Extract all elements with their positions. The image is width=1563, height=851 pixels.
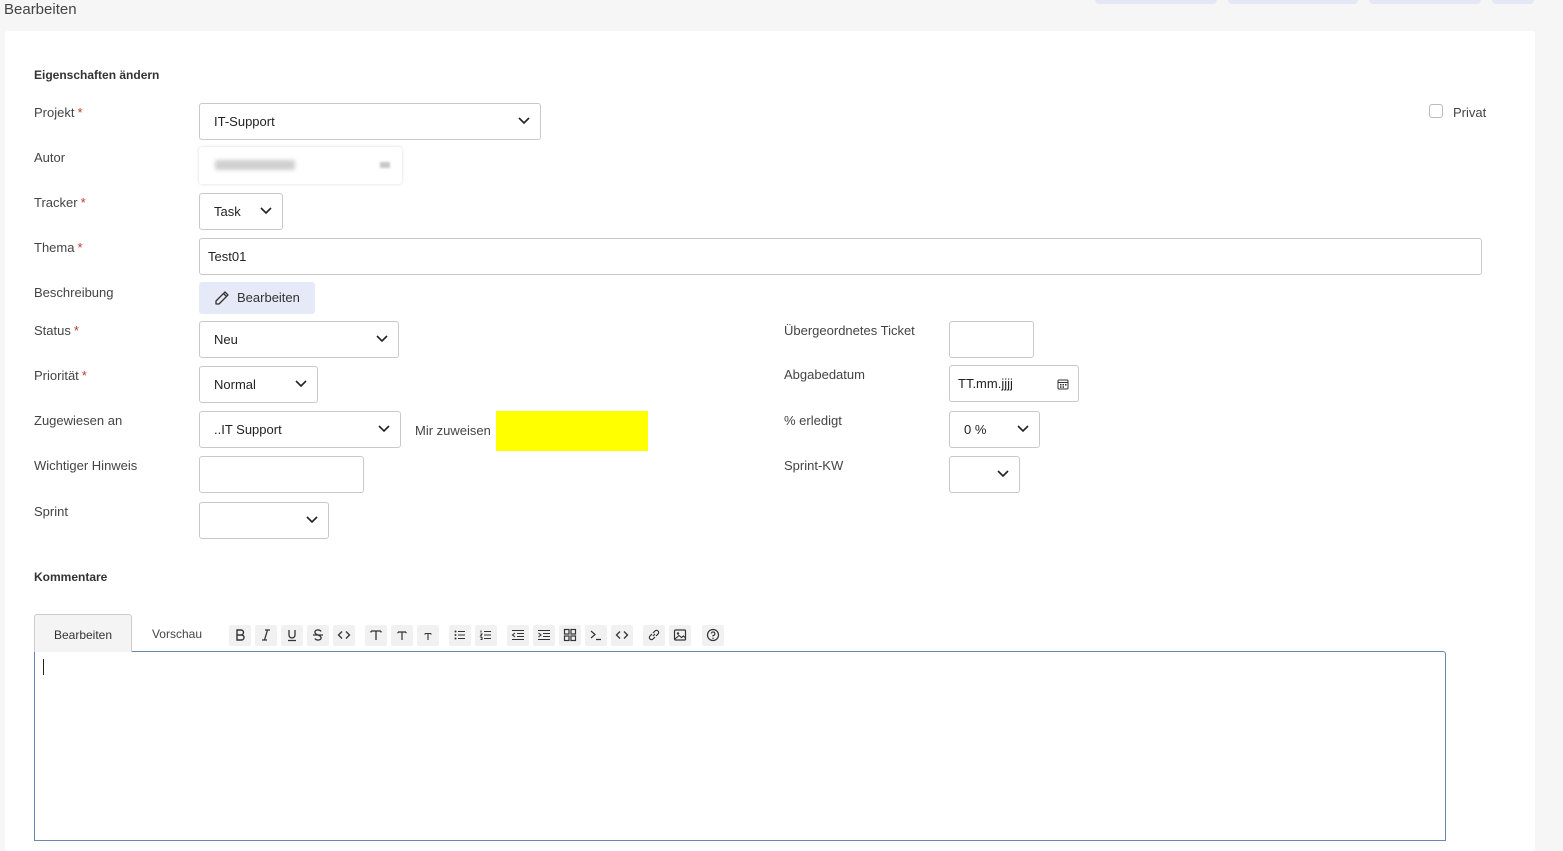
assign-to-me-link[interactable]: Mir zuweisen xyxy=(415,423,491,438)
link-icon[interactable] xyxy=(643,625,665,646)
tab-preview[interactable]: Vorschau xyxy=(132,614,222,652)
bullet-list-icon[interactable] xyxy=(449,625,471,646)
label-thema: Thema * xyxy=(34,240,83,255)
image-icon[interactable] xyxy=(669,625,691,646)
text-caret xyxy=(43,659,44,675)
prioritaet-select[interactable]: Normal xyxy=(199,366,318,403)
label-status: Status * xyxy=(34,323,79,338)
abgabedatum-input[interactable]: TT.mm.jjjj xyxy=(949,365,1079,402)
chevron-down-icon xyxy=(518,117,530,125)
label-hinweis: Wichtiger Hinweis xyxy=(34,458,138,473)
beschreibung-edit-button[interactable]: Bearbeiten xyxy=(199,282,315,314)
top-action-button-1[interactable] xyxy=(1095,0,1217,4)
comment-editor[interactable] xyxy=(34,651,1446,841)
italic-icon[interactable] xyxy=(255,625,277,646)
label-uebergeordnet: Übergeordnetes Ticket xyxy=(784,323,915,338)
label-tracker: Tracker * xyxy=(34,195,86,210)
outdent-icon[interactable] xyxy=(507,625,529,646)
top-action-button-2[interactable] xyxy=(1228,0,1358,4)
html-icon[interactable] xyxy=(611,625,633,646)
pencil-icon xyxy=(215,291,229,305)
heading1-icon[interactable] xyxy=(365,625,387,646)
label-abgabedatum: Abgabedatum xyxy=(784,367,865,382)
label-erledigt: % erledigt xyxy=(784,413,842,428)
table-icon[interactable] xyxy=(559,625,581,646)
uebergeordnet-input[interactable] xyxy=(949,321,1034,358)
label-beschreibung: Beschreibung xyxy=(34,285,114,300)
top-action-button-3[interactable] xyxy=(1369,0,1481,4)
label-privat: Privat xyxy=(1453,105,1487,120)
chevron-down-icon xyxy=(260,207,272,215)
heading3-icon[interactable] xyxy=(417,625,439,646)
strikethrough-icon[interactable] xyxy=(307,625,329,646)
zugewiesen-select[interactable]: ..IT Support xyxy=(199,411,401,448)
privat-checkbox[interactable] xyxy=(1429,104,1443,118)
label-projekt: Projekt * xyxy=(34,105,83,120)
numbered-list-icon[interactable] xyxy=(475,625,497,646)
section-heading-comments: Kommentare xyxy=(34,570,108,584)
hinweis-input[interactable] xyxy=(199,456,364,493)
chevron-down-icon xyxy=(1017,425,1029,433)
bold-icon[interactable] xyxy=(229,625,251,646)
label-prioritaet: Priorität * xyxy=(34,368,87,383)
autor-select[interactable] xyxy=(199,147,402,184)
code-block-icon[interactable] xyxy=(585,625,607,646)
chevron-down-icon xyxy=(295,380,307,388)
chevron-down-icon xyxy=(378,425,390,433)
status-select[interactable]: Neu xyxy=(199,321,399,358)
erledigt-select[interactable]: 0 % xyxy=(949,411,1040,448)
chevron-down-icon xyxy=(997,470,1009,478)
label-sprint: Sprint xyxy=(34,504,68,519)
calendar-icon[interactable] xyxy=(1057,378,1069,390)
tracker-select[interactable]: Task xyxy=(199,193,283,230)
author-badge-redacted xyxy=(380,162,390,168)
author-name-redacted xyxy=(215,160,295,170)
underline-icon[interactable] xyxy=(281,625,303,646)
chevron-down-icon xyxy=(376,335,388,343)
chevron-down-icon xyxy=(306,516,318,524)
heading2-icon[interactable] xyxy=(391,625,413,646)
top-action-button-4[interactable] xyxy=(1492,0,1534,4)
section-heading-properties: Eigenschaften ändern xyxy=(34,68,160,82)
highlight-marker xyxy=(496,411,648,451)
indent-icon[interactable] xyxy=(533,625,555,646)
sprint-kw-select[interactable] xyxy=(949,456,1020,493)
help-icon[interactable] xyxy=(702,625,724,646)
thema-input[interactable]: Test01 xyxy=(199,238,1482,275)
label-zugewiesen: Zugewiesen an xyxy=(34,413,123,428)
sprint-select[interactable] xyxy=(199,502,329,539)
label-autor: Autor xyxy=(34,150,66,165)
label-sprint-kw: Sprint-KW xyxy=(784,458,844,473)
tab-edit[interactable]: Bearbeiten xyxy=(34,614,132,652)
page-title: Bearbeiten xyxy=(4,1,77,18)
inline-code-icon[interactable] xyxy=(333,625,355,646)
projekt-select[interactable]: IT-Support xyxy=(199,103,541,140)
